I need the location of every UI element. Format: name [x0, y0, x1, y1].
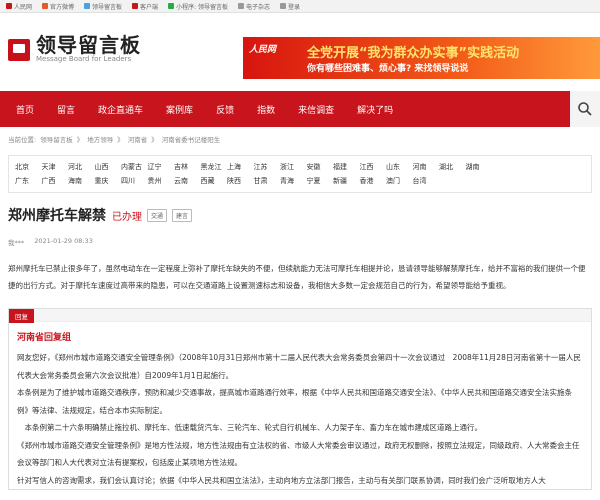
region-link[interactable]: 海南	[68, 176, 95, 186]
region-link[interactable]: 山西	[95, 162, 122, 172]
reply-paragraph: 本条例是为了维护城市道路交通秩序，预防和减少交通事故，提高城市道路通行效率，根据…	[17, 388, 572, 415]
region-link[interactable]: 贵州	[148, 176, 175, 186]
type-tag[interactable]: 建言	[172, 208, 193, 222]
people-icon	[6, 3, 12, 9]
search-button[interactable]	[570, 91, 600, 127]
topbar-item-5[interactable]: 电子杂志	[238, 2, 270, 11]
region-link[interactable]: 四川	[121, 176, 148, 186]
crumb-link[interactable]: 河南省	[128, 134, 148, 144]
region-link[interactable]: 甘肃	[254, 176, 281, 186]
reply-paragraph: 本条例第二十六条明确禁止拖拉机、摩托车、低速载货汽车、三轮汽车、轮式自行机械车、…	[17, 423, 482, 432]
topbar-item-2[interactable]: 领导留言板	[84, 2, 122, 11]
nav-enterprise[interactable]: 政企直通车	[98, 103, 143, 116]
region-link[interactable]: 西藏	[201, 176, 228, 186]
region-link[interactable]: 内蒙古	[121, 162, 148, 172]
top-utility-bar: 人民网 官方微博 领导留言板 客户端 小程序: 领导留言板 电子杂志 登录	[0, 0, 600, 13]
message-header: 郑州摩托车解禁 已办理 交通 建言	[8, 205, 592, 225]
search-icon	[578, 102, 592, 116]
region-link[interactable]: 黑龙江	[201, 162, 228, 172]
region-link[interactable]: 吉林	[174, 162, 201, 172]
post-time: 2021-01-29 08:33	[34, 237, 93, 245]
topbar-item-4[interactable]: 小程序: 领导留言板	[168, 2, 228, 11]
region-row: 北京 天津 河北 山西 内蒙古 辽宁 吉林 黑龙江 上海 江苏 浙江 安徽 福建…	[15, 160, 585, 174]
category-tag[interactable]: 交通	[147, 208, 168, 222]
region-link[interactable]: 湖北	[439, 162, 466, 172]
phone-icon	[132, 3, 139, 9]
main-nav: 首页 留言 政企直通车 案例库 反馈 指数 来信调查 解决了吗	[0, 91, 600, 127]
region-link[interactable]: 青海	[280, 176, 307, 186]
author-name: 我***	[8, 239, 25, 247]
nav-messages[interactable]: 留言	[57, 103, 75, 116]
breadcrumb: 当前位置: 领导留言板 》 地方领导 》 河南省 》 河南省委书记楼阳生	[8, 134, 221, 144]
region-link[interactable]: 广西	[42, 176, 69, 186]
reply-tag: 回复	[9, 309, 34, 323]
region-link[interactable]: 新疆	[333, 176, 360, 186]
region-row: 广东 广西 海南 重庆 四川 贵州 云南 西藏 陕西 甘肃 青海 宁夏 新疆 香…	[15, 174, 585, 188]
magazine-icon	[238, 3, 244, 9]
reply-paragraph: 《郑州市城市道路交通安全管理条例》是地方性法规，地方性法规由有立法权的省、市级人…	[17, 440, 580, 468]
region-link[interactable]: 澳门	[386, 176, 413, 186]
reply-panel: 回复 河南省回复组 网友您好，《郑州市城市道路交通安全管理条例》（2008年10…	[8, 308, 592, 490]
weibo-icon	[42, 3, 49, 9]
region-link[interactable]: 北京	[15, 162, 42, 172]
site-header: 领导留言板 Message Board for Leaders 人民网 全党开展…	[0, 13, 600, 79]
status-badge: 已办理	[112, 211, 142, 223]
crumb-link[interactable]: 领导留言板	[40, 134, 73, 144]
region-link[interactable]: 福建	[333, 162, 360, 172]
region-link[interactable]: 云南	[174, 176, 201, 186]
message-icon	[84, 3, 91, 9]
region-link[interactable]: 江西	[360, 162, 387, 172]
reply-header: 回复	[9, 309, 591, 323]
reply-paragraph: 网友您好，《郑州市城市道路交通安全管理条例》（2008年10月31日郑州市第十二…	[17, 353, 581, 380]
message-body: 郑州摩托车已禁止很多年了，虽然电动车在一定程度上弥补了摩托车缺失的不便，但续航能…	[8, 264, 586, 290]
reply-author: 河南省回复组	[17, 333, 72, 343]
site-logo[interactable]: 领导留言板 Message Board for Leaders	[8, 35, 141, 64]
nav-index[interactable]: 指数	[257, 103, 275, 116]
user-icon	[280, 3, 287, 9]
logo-title: 领导留言板	[36, 33, 141, 57]
nav-feedback[interactable]: 反馈	[216, 103, 234, 116]
nav-survey[interactable]: 来信调查	[298, 103, 334, 116]
banner-logo: 人民网	[249, 45, 277, 55]
banner-headline: 全党开展“我为群众办实事”实践活动	[307, 46, 520, 61]
topbar-item-6[interactable]: 登录	[280, 2, 300, 11]
crumb-link[interactable]: 地方领导	[87, 134, 113, 144]
region-link[interactable]: 河北	[68, 162, 95, 172]
region-link[interactable]: 陕西	[227, 176, 254, 186]
nav-home[interactable]: 首页	[16, 103, 34, 116]
miniprogram-icon	[168, 3, 175, 9]
logo-mark-icon	[8, 38, 30, 61]
region-link[interactable]: 上海	[227, 162, 254, 172]
region-link[interactable]: 广东	[15, 176, 42, 186]
campaign-banner[interactable]: 人民网 全党开展“我为群众办实事”实践活动 你有哪些困难事、烦心事? 来找领导说…	[243, 37, 600, 79]
reply-paragraph: 针对写信人的咨询需求，我们会认真讨论；依据《中华人民共和国立法法》，主动向地方立…	[17, 475, 546, 485]
topbar-item-0[interactable]: 人民网	[6, 2, 32, 11]
crumb-current[interactable]: 河南省委书记楼阳生	[162, 134, 221, 144]
region-link[interactable]: 宁夏	[307, 176, 334, 186]
nav-resolved[interactable]: 解决了吗	[357, 103, 393, 116]
region-link[interactable]: 香港	[360, 176, 387, 186]
region-selector: 北京 天津 河北 山西 内蒙古 辽宁 吉林 黑龙江 上海 江苏 浙江 安徽 福建…	[8, 155, 592, 193]
region-link[interactable]: 台湾	[413, 176, 440, 186]
region-link[interactable]: 辽宁	[148, 162, 175, 172]
region-link[interactable]: 江苏	[254, 162, 281, 172]
region-link[interactable]: 天津	[42, 162, 69, 172]
topbar-item-1[interactable]: 官方微博	[42, 2, 74, 11]
region-link[interactable]: 山东	[386, 162, 413, 172]
banner-subline: 你有哪些困难事、烦心事? 来找领导说说	[307, 64, 469, 74]
region-link[interactable]: 浙江	[280, 162, 307, 172]
region-link[interactable]: 重庆	[95, 176, 122, 186]
message-title: 郑州摩托车解禁	[8, 208, 106, 224]
nav-cases[interactable]: 案例库	[166, 103, 193, 116]
region-link[interactable]: 河南	[413, 162, 440, 172]
topbar-item-3[interactable]: 客户端	[132, 2, 158, 11]
region-link[interactable]: 湖南	[466, 162, 493, 172]
logo-subtitle: Message Board for Leaders	[36, 55, 132, 63]
reply-body: 网友您好，《郑州市城市道路交通安全管理条例》（2008年10月31日郑州市第十二…	[9, 349, 591, 489]
region-link[interactable]: 安徽	[307, 162, 334, 172]
message-meta: 我*** 2021-01-29 08:33	[8, 237, 592, 247]
